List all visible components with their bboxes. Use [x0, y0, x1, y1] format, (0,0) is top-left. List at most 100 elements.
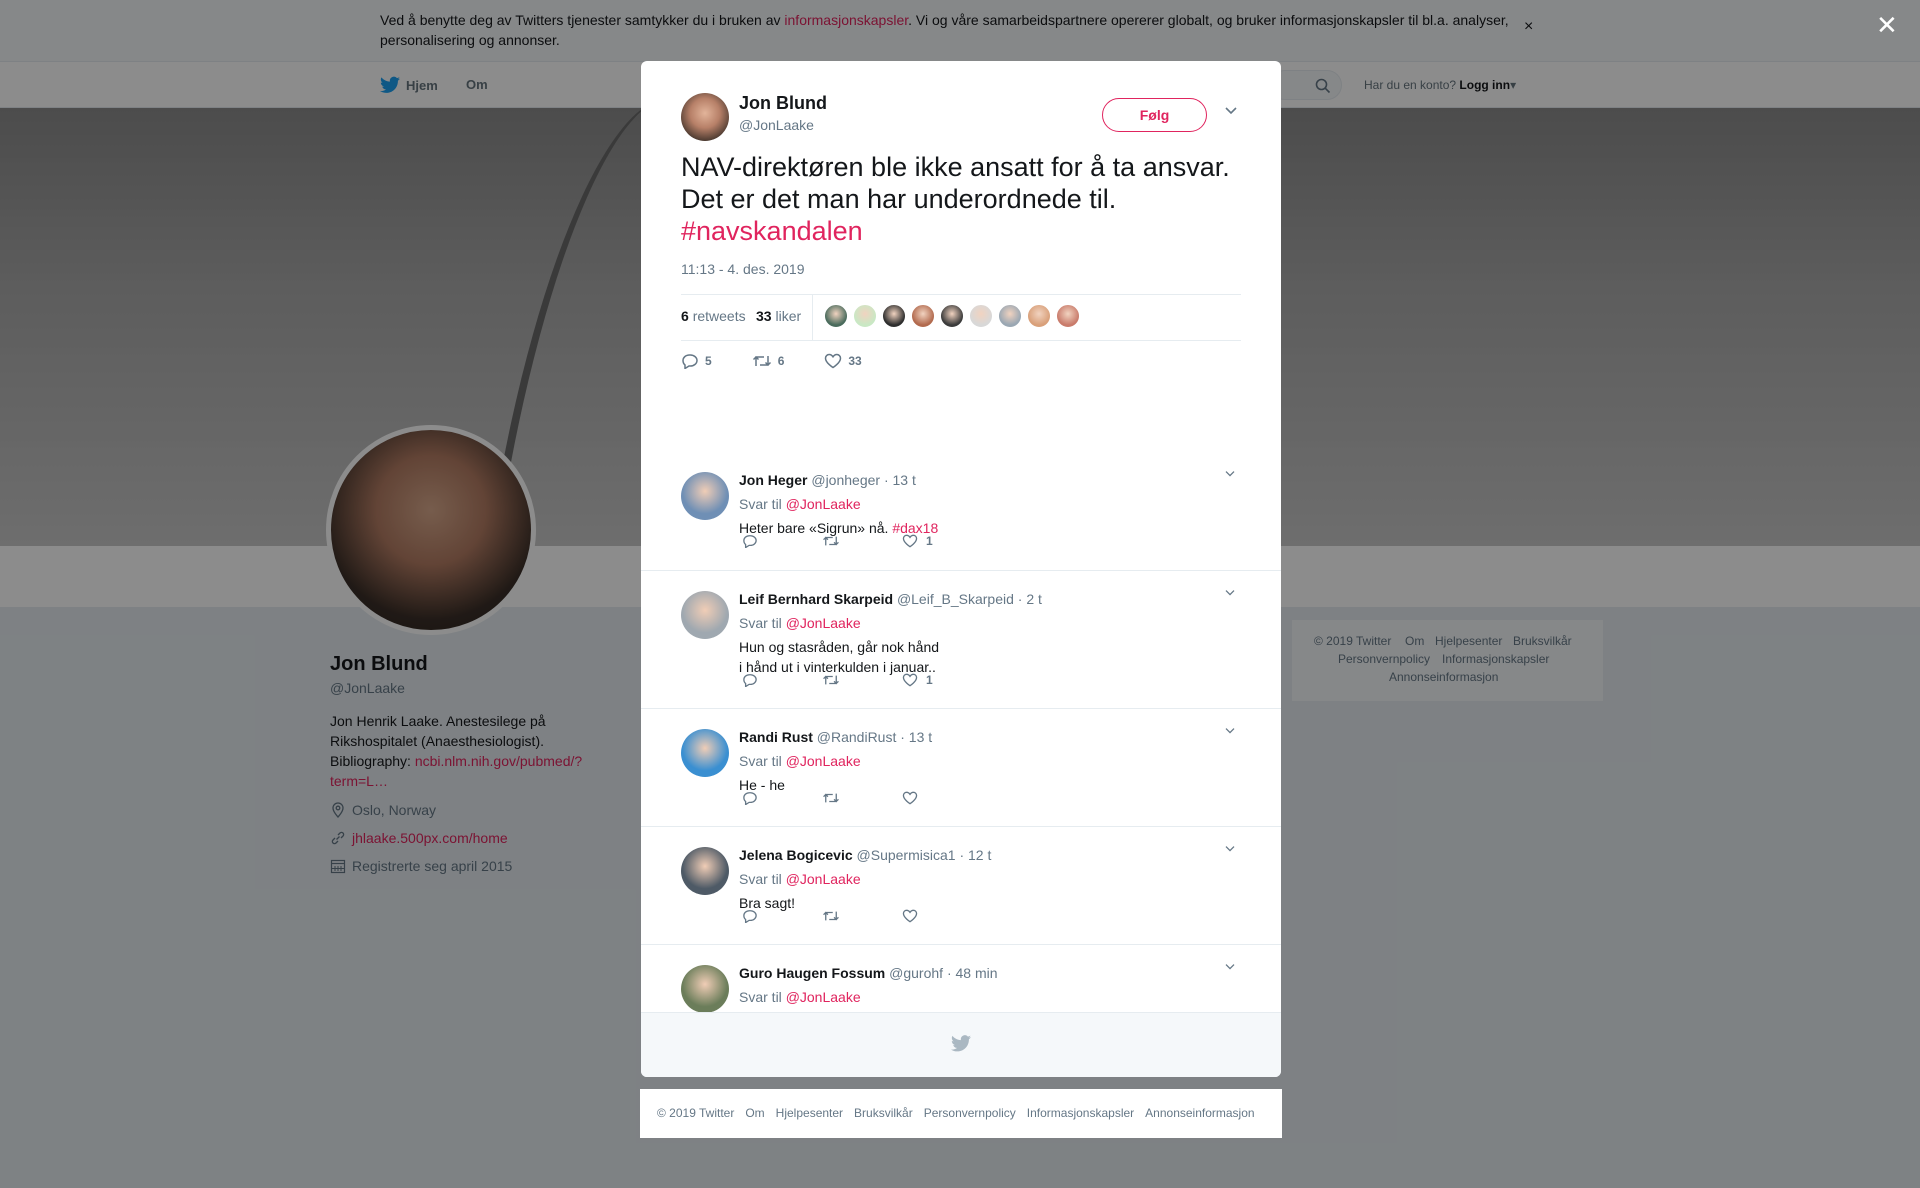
retweet-button[interactable] — [822, 909, 902, 923]
liker-avatar[interactable] — [1056, 304, 1080, 328]
like-button[interactable]: 1 — [902, 673, 982, 687]
chevron-down-icon[interactable] — [1224, 106, 1238, 116]
reply-to-link[interactable]: @JonLaake — [786, 989, 861, 1005]
retweet-button[interactable] — [822, 534, 902, 548]
reply-time[interactable]: · 13 t — [900, 729, 932, 745]
retweet-count: 6 — [777, 354, 785, 368]
reply-author-name[interactable]: Guro Haugen Fossum — [739, 965, 885, 981]
retweet-button[interactable] — [822, 791, 902, 805]
reply-header: Randi Rust @RandiRust · 13 t — [739, 729, 932, 745]
tweet-author-avatar[interactable] — [681, 93, 729, 141]
reply-author-handle[interactable]: @jonheger — [811, 472, 880, 488]
follow-button[interactable]: Følg — [1102, 98, 1207, 132]
tweet-stats: 6 retweets 33 liker — [681, 294, 1241, 341]
reply-button[interactable] — [742, 791, 822, 805]
bottom-footer-link[interactable]: © 2019 Twitter — [657, 1106, 734, 1120]
reply-author-name[interactable]: Leif Bernhard Skarpeid — [739, 591, 893, 607]
retweet-icon — [823, 911, 839, 921]
chevron-down-icon[interactable] — [1224, 963, 1236, 971]
like-button[interactable] — [902, 791, 982, 805]
bottom-footer-link[interactable]: Annonseinformasjon — [1145, 1106, 1254, 1120]
liker-avatar[interactable] — [1027, 304, 1051, 328]
reply-to-link[interactable]: @JonLaake — [786, 615, 861, 631]
reply-button[interactable] — [742, 673, 822, 687]
bottom-footer-link[interactable]: Bruksvilkår — [854, 1106, 913, 1120]
reply-header: Guro Haugen Fossum @gurohf · 48 min — [739, 965, 998, 981]
reply-tweet[interactable]: Jelena Bogicevic @Supermisica1 · 12 t Sva… — [641, 826, 1281, 944]
liker-avatar[interactable] — [853, 304, 877, 328]
bottom-footer-link[interactable]: Informasjonskapsler — [1027, 1106, 1134, 1120]
bottom-footer-link[interactable]: Hjelpesenter — [776, 1106, 843, 1120]
likes-stat-label: liker — [775, 308, 802, 324]
reply-avatar[interactable] — [681, 847, 729, 895]
liker-avatar[interactable] — [911, 304, 935, 328]
reply-to: Svar til @JonLaake — [739, 753, 861, 769]
reply-header: Leif Bernhard Skarpeid @Leif_B_Skarpeid … — [739, 591, 1042, 607]
liker-avatar[interactable] — [969, 304, 993, 328]
heart-icon — [902, 909, 918, 923]
reply-tweet[interactable]: Randi Rust @RandiRust · 13 t Svar til @Jo… — [641, 708, 1281, 826]
reply-author-handle[interactable]: @Supermisica1 — [857, 847, 956, 863]
reply-tweet[interactable]: Leif Bernhard Skarpeid @Leif_B_Skarpeid … — [641, 570, 1281, 708]
twitter-bird-icon — [951, 1035, 971, 1052]
chevron-down-icon[interactable] — [1224, 589, 1236, 597]
liker-avatar[interactable] — [824, 304, 848, 328]
liker-avatar[interactable] — [882, 304, 906, 328]
bottom-footer-link[interactable]: Personvernpolicy — [924, 1106, 1016, 1120]
reply-text-body: Hun og stasråden, går nok hånd i hånd ut… — [739, 639, 940, 675]
reply-author-handle[interactable]: @Leif_B_Skarpeid — [897, 591, 1014, 607]
likes-stat[interactable]: 33 liker — [756, 308, 801, 324]
reply-avatar[interactable] — [681, 591, 729, 639]
reply-time[interactable]: · 12 t — [959, 847, 991, 863]
tweet-actions: 5 6 33 — [681, 353, 902, 369]
tweet-timestamp[interactable]: 11:13 - 4. des. 2019 — [681, 261, 805, 277]
like-button[interactable]: 1 — [902, 534, 982, 548]
reply-to-label: Svar til — [739, 615, 782, 631]
retweets-stat-count: 6 — [681, 308, 689, 324]
tweet-text: NAV-direktøren ble ikke ansatt for å ta … — [681, 151, 1251, 247]
like-button[interactable] — [902, 909, 982, 923]
liker-avatar[interactable] — [998, 304, 1022, 328]
reply-author-name[interactable]: Jon Heger — [739, 472, 807, 488]
tweet-author-name[interactable]: Jon Blund — [739, 93, 827, 114]
reply-avatar[interactable] — [681, 472, 729, 520]
reply-button[interactable] — [742, 909, 822, 923]
liker-avatar[interactable] — [940, 304, 964, 328]
reply-to-link[interactable]: @JonLaake — [786, 753, 861, 769]
like-count: 1 — [926, 673, 933, 687]
reply-avatar[interactable] — [681, 729, 729, 777]
reply-author-name[interactable]: Jelena Bogicevic — [739, 847, 853, 863]
stats-divider — [812, 295, 813, 341]
reply-time[interactable]: · 48 min — [947, 965, 998, 981]
tweet-author-handle[interactable]: @JonLaake — [739, 117, 814, 133]
like-count: 33 — [848, 354, 862, 368]
chevron-down-icon[interactable] — [1224, 727, 1236, 735]
reply-time[interactable]: · 2 t — [1018, 591, 1042, 607]
reply-author-handle[interactable]: @RandiRust — [817, 729, 897, 745]
reply-button[interactable] — [742, 534, 822, 548]
retweets-stat[interactable]: 6 retweets — [681, 308, 746, 324]
retweet-button[interactable]: 6 — [752, 353, 785, 369]
bottom-footer: © 2019 Twitter Om Hjelpesenter Bruksvilkår P… — [640, 1089, 1282, 1138]
reply-author-name[interactable]: Randi Rust — [739, 729, 813, 745]
reply-tweet[interactable]: Jon Heger @jonheger · 13 t Svar til @JonL… — [641, 452, 1281, 570]
reply-to-link[interactable]: @JonLaake — [786, 496, 861, 512]
chevron-down-icon[interactable] — [1224, 845, 1236, 853]
likers-avatar-list — [824, 304, 1080, 328]
reply-time[interactable]: · 13 t — [884, 472, 916, 488]
reply-to-link[interactable]: @JonLaake — [786, 871, 861, 887]
chevron-down-icon[interactable] — [1224, 470, 1236, 478]
retweet-button[interactable] — [822, 673, 902, 687]
reply-avatar[interactable] — [681, 965, 729, 1013]
close-overlay-icon[interactable]: ✕ — [1876, 10, 1898, 41]
reply-to: Svar til @JonLaake — [739, 615, 861, 631]
heart-icon — [902, 673, 918, 687]
like-button[interactable]: 33 — [824, 353, 862, 369]
tweet-hashtag-link[interactable]: #navskandalen — [681, 216, 863, 246]
reply-to: Svar til @JonLaake — [739, 496, 861, 512]
retweet-icon — [823, 536, 839, 546]
reply-author-handle[interactable]: @gurohf — [889, 965, 943, 981]
reply-button[interactable]: 5 — [681, 353, 712, 369]
bottom-footer-link[interactable]: Om — [745, 1106, 764, 1120]
like-count: 1 — [926, 534, 933, 548]
